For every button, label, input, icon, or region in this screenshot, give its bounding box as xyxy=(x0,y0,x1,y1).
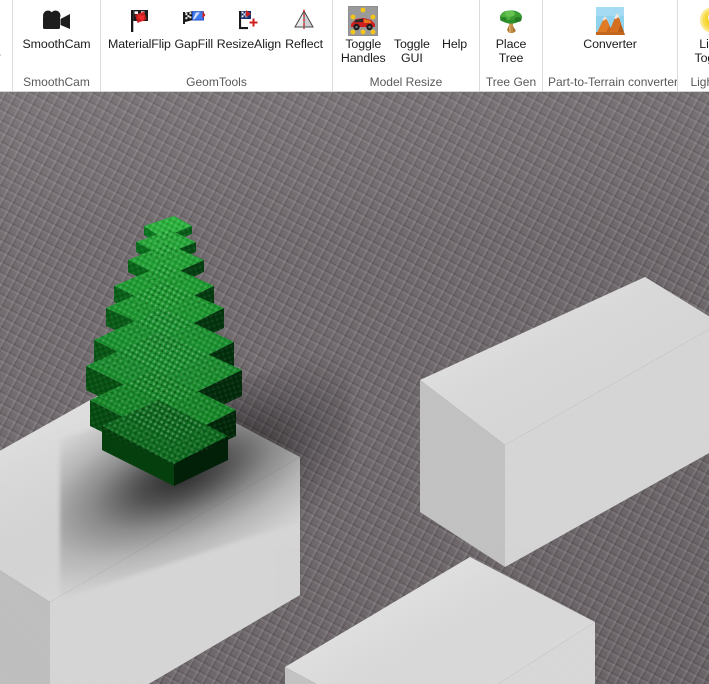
button-reflect[interactable]: Reflect xyxy=(282,3,326,52)
button-smoothcam-label: SmoothCam xyxy=(22,37,91,51)
ribbon-group-geomtools-title: GeomTools xyxy=(186,75,247,89)
help-icon xyxy=(439,5,471,37)
ribbon-group-smoothcam: SmoothCam SmoothCam xyxy=(12,0,100,92)
ribbon-toolbar: r SmoothCam xyxy=(0,0,709,92)
button-materialflip[interactable]: MaterialFlip xyxy=(107,3,172,52)
button-place-tree-label: Place Tree xyxy=(495,37,527,65)
ribbon-group-light-editor: Light Toggle Light Ed xyxy=(677,0,709,92)
ribbon-group-part-to-terrain-title: Part-to-Terrain converter xyxy=(548,75,679,89)
button-toggle-gui[interactable]: Toggle GUI xyxy=(388,3,437,65)
button-converter-label: Converter xyxy=(583,37,637,51)
application-window: r SmoothCam xyxy=(0,0,709,684)
tree-icon xyxy=(495,5,527,37)
lightbulb-icon xyxy=(697,5,709,37)
ribbon-group-part-to-terrain: Converter Part-to-Terrain converter xyxy=(542,0,679,92)
race-car-handles-icon xyxy=(347,5,379,37)
toggle-gui-icon xyxy=(396,5,428,37)
movie-camera-icon xyxy=(41,5,73,37)
mountains-icon xyxy=(594,5,626,37)
block-front-mid[interactable] xyxy=(275,547,695,684)
ribbon-group-treegen-title: Tree Gen xyxy=(485,75,537,89)
button-converter[interactable]: Converter xyxy=(574,3,646,52)
button-light-toggle-label: Light Toggle xyxy=(694,37,709,65)
button-resizealign-label: ResizeAlign xyxy=(216,37,282,51)
button-help[interactable]: Help xyxy=(436,3,473,52)
reflect-mirror-icon xyxy=(288,5,320,37)
gapfill-flag-icon xyxy=(178,5,210,37)
button-smoothcam[interactable]: SmoothCam xyxy=(21,3,93,52)
button-materialflip-label: MaterialFlip xyxy=(108,37,171,51)
ribbon-group-treegen: Place Tree Tree Gen xyxy=(479,0,542,92)
resize-align-icon xyxy=(233,5,265,37)
button-toggle-handles-label: Toggle Handles xyxy=(340,37,386,65)
button-gapfill-label: GapFill xyxy=(174,37,214,51)
tree[interactable] xyxy=(84,204,284,524)
button-toggle-gui-label: Toggle GUI xyxy=(393,37,430,65)
material-flip-flag-icon xyxy=(123,5,155,37)
partial-left-group: r xyxy=(0,0,12,92)
button-reflect-label: Reflect xyxy=(285,37,323,51)
button-gapfill[interactable]: GapFill xyxy=(172,3,216,52)
button-help-label: Help xyxy=(442,37,468,51)
button-place-tree[interactable]: Place Tree xyxy=(489,3,533,65)
ribbon-group-modelresize: Toggle Handles Toggle GUI Help Model Res… xyxy=(332,0,479,92)
partial-left-group-label: r xyxy=(0,52,1,64)
button-resizealign[interactable]: ResizeAlign xyxy=(216,3,282,52)
ribbon-group-light-editor-title: Light Ed xyxy=(690,75,709,89)
button-toggle-handles[interactable]: Toggle Handles xyxy=(339,3,388,65)
ribbon-group-geomtools: MaterialFlip GapFill ResizeAlign Reflect… xyxy=(100,0,332,92)
button-light-toggle[interactable]: Light Toggle xyxy=(685,3,709,65)
3d-scene-viewport[interactable] xyxy=(0,92,709,684)
ribbon-group-smoothcam-title: SmoothCam xyxy=(23,75,90,89)
ribbon-group-modelresize-title: Model Resize xyxy=(369,75,443,89)
